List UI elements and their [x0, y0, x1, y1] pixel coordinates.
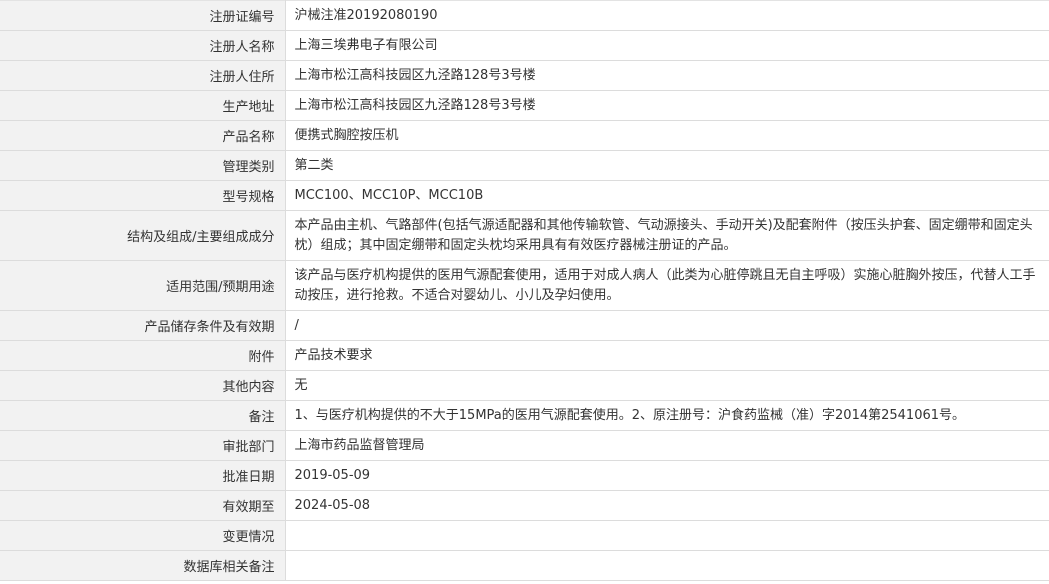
field-label: 有效期至 [0, 490, 286, 521]
row-change-status: 变更情况 [0, 520, 1049, 551]
field-label: 附件 [0, 340, 286, 371]
field-value: 上海市药品监督管理局 [285, 430, 1049, 461]
field-label: 适用范围/预期用途 [0, 260, 286, 311]
field-value: 便携式胸腔按压机 [285, 120, 1049, 151]
field-label: 批准日期 [0, 460, 286, 491]
row-product-name: 产品名称 便携式胸腔按压机 [0, 120, 1049, 151]
row-registrant-name: 注册人名称 上海三埃弗电子有限公司 [0, 30, 1049, 61]
field-value: 2019-05-09 [285, 460, 1049, 491]
field-value: / [285, 310, 1049, 341]
row-other-content: 其他内容 无 [0, 370, 1049, 401]
field-label: 注册人住所 [0, 60, 286, 91]
field-label: 结构及组成/主要组成成分 [0, 210, 286, 261]
field-label: 备注 [0, 400, 286, 431]
row-structure-composition: 结构及组成/主要组成成分 本产品由主机、气路部件(包括气源适配器和其他传输软管、… [0, 210, 1049, 261]
field-value: 本产品由主机、气路部件(包括气源适配器和其他传输软管、气动源接头、手动开关)及配… [285, 210, 1049, 261]
row-intended-use: 适用范围/预期用途 该产品与医疗机构提供的医用气源配套使用，适用于对成人病人（此… [0, 260, 1049, 311]
row-storage-validity: 产品储存条件及有效期 / [0, 310, 1049, 341]
field-label: 管理类别 [0, 150, 286, 181]
field-label: 其他内容 [0, 370, 286, 401]
field-value: 沪械注准20192080190 [285, 0, 1049, 31]
row-production-address: 生产地址 上海市松江高科技园区九泾路128号3号楼 [0, 90, 1049, 121]
row-registration-number: 注册证编号 沪械注准20192080190 [0, 0, 1049, 31]
row-registrant-address: 注册人住所 上海市松江高科技园区九泾路128号3号楼 [0, 60, 1049, 91]
field-value: 该产品与医疗机构提供的医用气源配套使用，适用于对成人病人（此类为心脏停跳且无自主… [285, 260, 1049, 311]
field-label: 注册人名称 [0, 30, 286, 61]
field-value [285, 550, 1049, 581]
field-label: 产品名称 [0, 120, 286, 151]
field-value: 上海市松江高科技园区九泾路128号3号楼 [285, 90, 1049, 121]
field-label: 型号规格 [0, 180, 286, 211]
field-value: 无 [285, 370, 1049, 401]
field-label: 数据库相关备注 [0, 550, 286, 581]
row-approval-date: 批准日期 2019-05-09 [0, 460, 1049, 491]
row-management-category: 管理类别 第二类 [0, 150, 1049, 181]
field-value: MCC100、MCC10P、MCC10B [285, 180, 1049, 211]
field-label: 审批部门 [0, 430, 286, 461]
field-value: 上海三埃弗电子有限公司 [285, 30, 1049, 61]
field-label: 生产地址 [0, 90, 286, 121]
row-attachment: 附件 产品技术要求 [0, 340, 1049, 371]
field-value: 第二类 [285, 150, 1049, 181]
row-database-remarks: 数据库相关备注 [0, 550, 1049, 581]
field-value [285, 520, 1049, 551]
registration-detail-table: 注册证编号 沪械注准20192080190 注册人名称 上海三埃弗电子有限公司 … [0, 0, 1049, 581]
field-label: 产品储存条件及有效期 [0, 310, 286, 341]
field-value: 1、与医疗机构提供的不大于15MPa的医用气源配套使用。2、原注册号：沪食药监械… [285, 400, 1049, 431]
field-value: 上海市松江高科技园区九泾路128号3号楼 [285, 60, 1049, 91]
row-valid-until: 有效期至 2024-05-08 [0, 490, 1049, 521]
field-value: 2024-05-08 [285, 490, 1049, 521]
field-label: 注册证编号 [0, 0, 286, 31]
row-approval-department: 审批部门 上海市药品监督管理局 [0, 430, 1049, 461]
field-label: 变更情况 [0, 520, 286, 551]
field-value: 产品技术要求 [285, 340, 1049, 371]
row-model-spec: 型号规格 MCC100、MCC10P、MCC10B [0, 180, 1049, 211]
row-remarks: 备注 1、与医疗机构提供的不大于15MPa的医用气源配套使用。2、原注册号：沪食… [0, 400, 1049, 431]
